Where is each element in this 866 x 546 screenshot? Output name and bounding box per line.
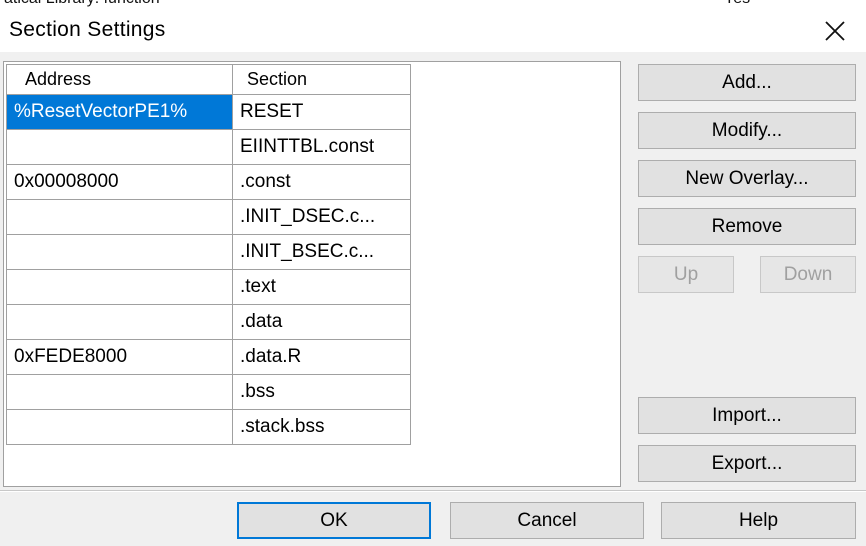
table-row[interactable]: %ResetVectorPE1% RESET [6,94,411,130]
section-cell[interactable]: .bss [232,374,411,410]
section-table: Address Section %ResetVectorPE1% RESET E… [6,64,411,445]
section-cell[interactable]: .INIT_BSEC.c... [232,234,411,270]
up-button[interactable]: Up [638,256,734,293]
section-grid[interactable]: Address Section %ResetVectorPE1% RESET E… [3,61,621,487]
table-header-row: Address Section [6,64,411,95]
table-row[interactable]: .text [6,269,411,305]
table-row[interactable]: .INIT_DSEC.c... [6,199,411,235]
close-icon [825,21,845,41]
footer-separator [0,490,866,492]
section-cell[interactable]: .text [232,269,411,305]
address-cell[interactable] [6,129,233,165]
section-cell[interactable]: .const [232,164,411,200]
background-snippet-right: Yes [724,0,750,8]
table-row[interactable]: 0xFEDE8000 .data.R [6,339,411,375]
address-cell[interactable]: 0x00008000 [6,164,233,200]
import-button[interactable]: Import... [638,397,856,434]
table-row[interactable]: EIINTTBL.const [6,129,411,165]
section-cell[interactable]: EIINTTBL.const [232,129,411,165]
title-bar: Section Settings [0,8,866,52]
column-header-address[interactable]: Address [6,64,233,95]
address-cell[interactable]: %ResetVectorPE1% [6,94,233,130]
modify-button[interactable]: Modify... [638,112,856,149]
down-button[interactable]: Down [760,256,856,293]
ok-button[interactable]: OK [237,502,431,539]
section-cell[interactable]: .data.R [232,339,411,375]
address-cell[interactable] [6,374,233,410]
dialog-title: Section Settings [9,18,166,41]
table-row[interactable]: .stack.bss [6,409,411,445]
table-row[interactable]: .bss [6,374,411,410]
address-cell[interactable] [6,409,233,445]
table-row[interactable]: .data [6,304,411,340]
remove-button[interactable]: Remove [638,208,856,245]
cancel-button[interactable]: Cancel [450,502,644,539]
section-cell[interactable]: .INIT_DSEC.c... [232,199,411,235]
close-button[interactable] [818,14,852,48]
help-button[interactable]: Help [661,502,856,539]
column-header-section[interactable]: Section [232,64,411,95]
section-cell[interactable]: .data [232,304,411,340]
section-cell[interactable]: RESET [232,94,411,130]
new-overlay-button[interactable]: New Overlay... [638,160,856,197]
address-cell[interactable]: 0xFEDE8000 [6,339,233,375]
address-cell[interactable] [6,304,233,340]
section-settings-dialog: Section Settings Address Section %ResetV… [0,8,866,546]
address-cell[interactable] [6,269,233,305]
add-button[interactable]: Add... [638,64,856,101]
background-window-strip: atical Library: function Yes [0,0,866,8]
table-row[interactable]: .INIT_BSEC.c... [6,234,411,270]
address-cell[interactable] [6,234,233,270]
table-row[interactable]: 0x00008000 .const [6,164,411,200]
address-cell[interactable] [6,199,233,235]
section-cell[interactable]: .stack.bss [232,409,411,445]
export-button[interactable]: Export... [638,445,856,482]
background-snippet-left: atical Library: function [4,0,160,8]
